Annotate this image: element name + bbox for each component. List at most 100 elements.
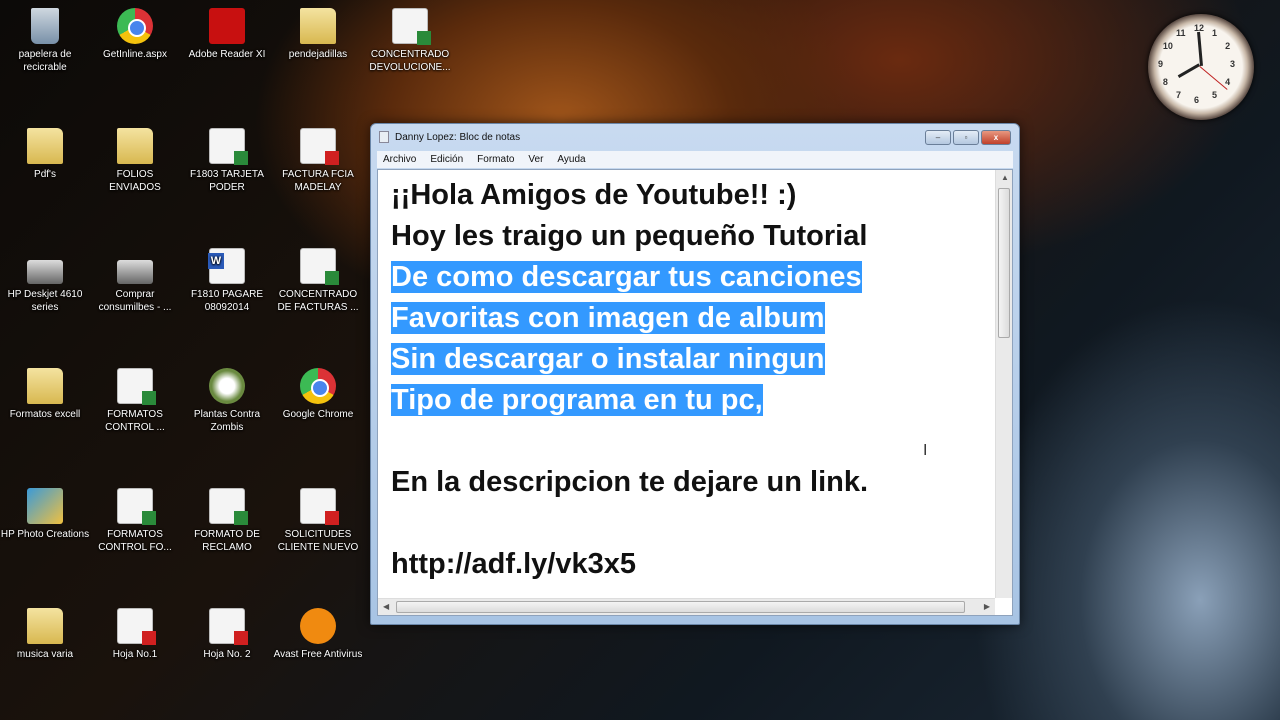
window-title: Danny Lopez: Bloc de notas <box>395 131 521 143</box>
desktop-icon-label: F1810 PAGARE 08092014 <box>190 289 264 313</box>
pdf-file-icon <box>300 128 339 165</box>
desktop-icon[interactable]: F1803 TARJETA PODER <box>182 128 272 194</box>
desktop-icon[interactable]: FORMATOS CONTROL FO... <box>90 488 180 554</box>
desktop-icon-label: musica varia <box>16 649 74 660</box>
clock-number: 6 <box>1194 95 1200 105</box>
clock-number: 4 <box>1225 77 1231 87</box>
game-icon <box>209 368 245 404</box>
word-file-icon <box>208 248 245 284</box>
menu-archivo[interactable]: Archivo <box>383 154 416 165</box>
desktop-icon[interactable]: FORMATO DE RECLAMO <box>182 488 272 554</box>
text-line <box>391 421 868 462</box>
desktop-icon-label: CONCENTRADO DEVOLUCIONE... <box>369 49 451 73</box>
desktop-icon[interactable]: Avast Free Antivirus <box>273 608 363 661</box>
desktop-icon-label: Adobe Reader XI <box>188 49 266 60</box>
text-editor[interactable]: ¡¡Hola Amigos de Youtube!! :) Hoy les tr… <box>377 169 1013 616</box>
excel-file-icon <box>209 488 248 525</box>
menu-formato[interactable]: Formato <box>477 154 514 165</box>
desktop-icon[interactable]: Pdf's <box>0 128 90 181</box>
close-button[interactable]: x <box>981 129 1011 145</box>
pdf-file-icon <box>300 488 339 525</box>
horizontal-scroll-thumb[interactable] <box>396 601 965 613</box>
desktop-icon[interactable]: Formatos excell <box>0 368 90 421</box>
clock-number: 11 <box>1176 27 1186 38</box>
text-line: Hoy les traigo un pequeño Tutorial <box>391 220 868 252</box>
desktop-icon-label: GetInline.aspx <box>103 49 167 60</box>
menu-ayuda[interactable]: Ayuda <box>557 154 585 165</box>
excel-file-icon <box>209 128 248 165</box>
desktop-icon[interactable]: Plantas Contra Zombis <box>182 368 272 434</box>
text-line: En la descripcion te dejare un link. <box>391 466 869 498</box>
clock-number: 2 <box>1225 41 1231 51</box>
desktop-icon-label: F1803 TARJETA PODER <box>190 169 264 193</box>
desktop-icon[interactable]: Google Chrome <box>273 368 363 421</box>
desktop-icon[interactable]: F1810 PAGARE 08092014 <box>182 248 272 314</box>
desktop-icon[interactable]: FOLIOS ENVIADOS <box>90 128 180 194</box>
photo-icon <box>27 488 63 524</box>
pdf-file-icon <box>209 608 248 645</box>
desktop-icon[interactable]: CONCENTRADO DEVOLUCIONE... <box>365 8 455 74</box>
folder-icon <box>300 8 336 44</box>
horizontal-scrollbar[interactable]: ◀ ▶ <box>378 598 995 615</box>
desktop-icon[interactable]: musica varia <box>0 608 90 661</box>
text-line: ¡¡Hola Amigos de Youtube!! :) <box>391 179 797 211</box>
desktop-icon[interactable]: HP Deskjet 4610 series <box>0 248 90 314</box>
desktop-icon-label: HP Deskjet 4610 series <box>7 289 83 313</box>
desktop-icon-label: papelera de recicrable <box>18 49 72 73</box>
recycle-bin-icon <box>31 8 59 44</box>
vertical-scrollbar[interactable]: ▲ <box>995 170 1012 598</box>
selected-text-line: Tipo de programa en tu pc, <box>391 384 763 416</box>
menu-bar: Archivo Edición Formato Ver Ayuda <box>377 151 1013 168</box>
desktop-icon-label: HP Photo Creations <box>0 529 90 540</box>
selected-text-line: Sin descargar o instalar ningun <box>391 343 825 375</box>
clock-number: 7 <box>1176 90 1182 101</box>
desktop-icon-label: Google Chrome <box>282 409 354 420</box>
minimize-button[interactable]: – <box>925 129 951 145</box>
notepad-window[interactable]: Danny Lopez: Bloc de notas – ▫ x Archivo… <box>370 123 1020 625</box>
desktop-icon-label: FOLIOS ENVIADOS <box>109 169 161 193</box>
desktop-icon[interactable]: Comprar consumilbes - ... <box>90 248 180 314</box>
folder-icon <box>117 128 153 164</box>
desktop-icon[interactable]: SOLICITUDES CLIENTE NUEVO <box>273 488 363 554</box>
desktop-icon-label: SOLICITUDES CLIENTE NUEVO <box>277 529 359 553</box>
menu-edicion[interactable]: Edición <box>430 154 463 165</box>
text-line: http://adf.ly/vk3x5 <box>391 548 636 580</box>
clock-gadget[interactable]: 12 1 2 3 4 5 6 7 8 9 10 11 <box>1148 14 1254 120</box>
printer-icon <box>27 260 63 284</box>
desktop-icon[interactable]: FORMATOS CONTROL ... <box>90 368 180 434</box>
clock-hour-hand <box>1177 63 1200 78</box>
folder-icon <box>27 368 63 404</box>
desktop-icon[interactable]: papelera de recicrable <box>0 8 90 74</box>
desktop-icon-label: CONCENTRADO DE FACTURAS ... <box>277 289 359 313</box>
selected-text-line: Favoritas con imagen de album <box>391 302 825 334</box>
desktop-icon[interactable]: Hoja No.1 <box>90 608 180 661</box>
excel-file-icon <box>392 8 431 45</box>
title-bar[interactable]: Danny Lopez: Bloc de notas – ▫ x <box>371 124 1019 150</box>
menu-ver[interactable]: Ver <box>528 154 543 165</box>
folder-icon <box>27 608 63 644</box>
desktop-icon[interactable]: Hoja No. 2 <box>182 608 272 661</box>
desktop-icon[interactable]: HP Photo Creations <box>0 488 90 541</box>
desktop-icon[interactable]: Adobe Reader XI <box>182 8 272 61</box>
desktop-icon-label: FORMATO DE RECLAMO <box>194 529 260 553</box>
clock-number: 1 <box>1212 27 1218 38</box>
text-cursor-icon: I <box>923 442 928 459</box>
desktop-icon[interactable]: pendejadillas <box>273 8 363 61</box>
desktop-icon[interactable]: CONCENTRADO DE FACTURAS ... <box>273 248 363 314</box>
desktop-icon-label: FORMATOS CONTROL ... <box>105 409 165 433</box>
vertical-scroll-thumb[interactable] <box>998 188 1010 338</box>
desktop-icon-label: Hoja No.1 <box>112 649 158 660</box>
desktop-icon[interactable]: FACTURA FCIA MADELAY <box>273 128 363 194</box>
notepad-icon <box>379 131 389 143</box>
chrome-icon <box>117 8 153 44</box>
printer-icon <box>117 260 153 284</box>
desktop-icon-label: FACTURA FCIA MADELAY <box>282 169 354 193</box>
excel-file-icon <box>117 488 156 525</box>
adobe-reader-icon <box>209 8 245 44</box>
clock-number: 8 <box>1162 77 1168 87</box>
clock-second-hand <box>1199 66 1228 90</box>
clock-number: 9 <box>1158 59 1164 69</box>
maximize-button[interactable]: ▫ <box>953 129 979 145</box>
desktop-icon-label: Plantas Contra Zombis <box>193 409 261 433</box>
desktop-icon[interactable]: GetInline.aspx <box>90 8 180 61</box>
